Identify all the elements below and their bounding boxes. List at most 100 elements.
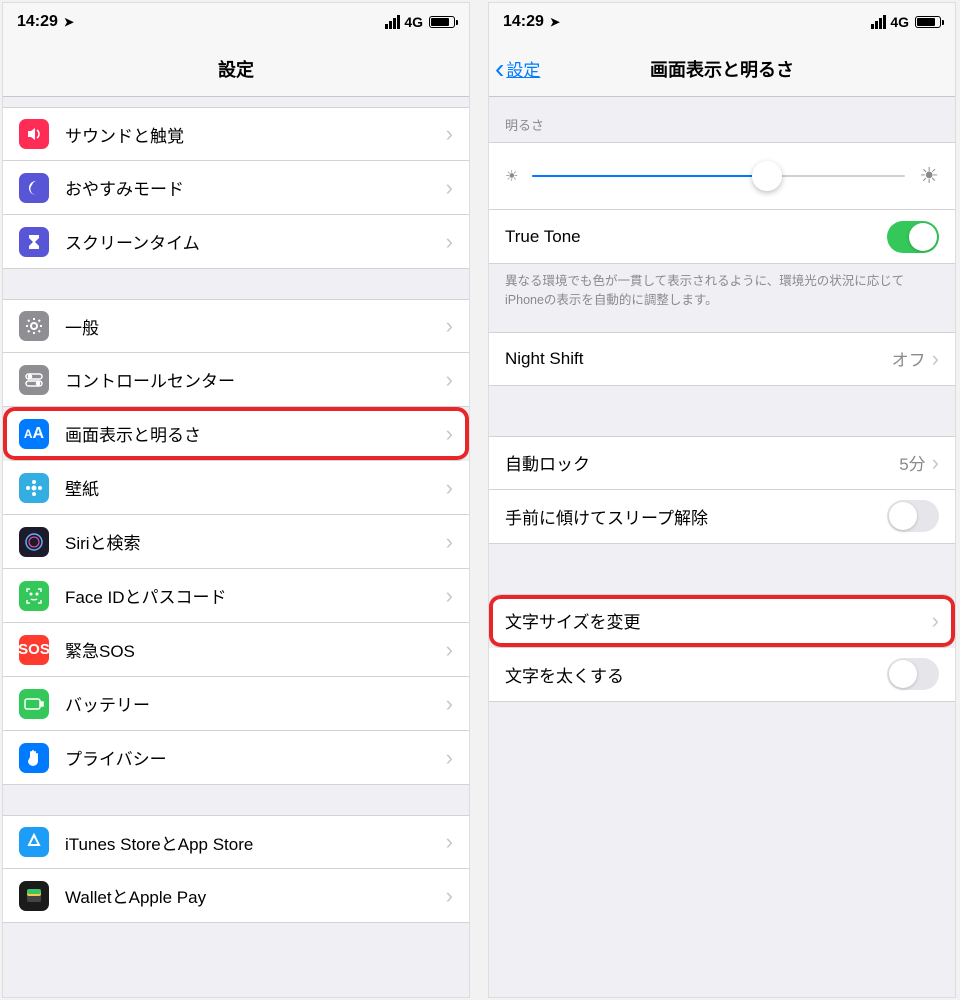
row-siri[interactable]: Siriと検索 › bbox=[3, 515, 469, 569]
signal-icon bbox=[871, 15, 886, 29]
row-truetone: True Tone bbox=[489, 210, 955, 264]
wallet-icon bbox=[19, 881, 49, 911]
battery-icon bbox=[915, 16, 941, 28]
battery-icon bbox=[19, 689, 49, 719]
row-sos[interactable]: SOS 緊急SOS › bbox=[3, 623, 469, 677]
row-label: 文字サイズを変更 bbox=[505, 608, 932, 633]
row-bold-text: 文字を太くする bbox=[489, 648, 955, 702]
chevron-right-icon: › bbox=[446, 583, 453, 609]
row-text-size[interactable]: 文字サイズを変更 › bbox=[489, 594, 955, 648]
display-brightness-screen: 14:29 ➤ 4G ‹ 設定 画面表示と明るさ 明るさ ☀︎ ☀︎ T bbox=[488, 2, 956, 998]
gear-icon bbox=[19, 311, 49, 341]
row-label: コントロールセンター bbox=[65, 367, 446, 392]
raise-toggle[interactable] bbox=[887, 500, 939, 532]
moon-icon bbox=[19, 173, 49, 203]
row-general[interactable]: 一般 › bbox=[3, 299, 469, 353]
row-sound[interactable]: サウンドと触覚 › bbox=[3, 107, 469, 161]
status-time: 14:29 bbox=[503, 13, 544, 31]
status-bar: 14:29 ➤ 4G bbox=[3, 3, 469, 41]
row-label: 文字を太くする bbox=[505, 662, 887, 687]
chevron-right-icon: › bbox=[446, 475, 453, 501]
switches-icon bbox=[19, 365, 49, 395]
row-label: 自動ロック bbox=[505, 450, 899, 475]
nav-bar: ‹ 設定 画面表示と明るさ bbox=[489, 41, 955, 97]
page-title: 設定 bbox=[218, 56, 254, 82]
signal-icon bbox=[385, 15, 400, 29]
siri-icon bbox=[19, 527, 49, 557]
status-bar: 14:29 ➤ 4G bbox=[489, 3, 955, 41]
row-wallpaper[interactable]: 壁紙 › bbox=[3, 461, 469, 515]
textsize-aa-icon: AA bbox=[19, 419, 49, 449]
status-time: 14:29 bbox=[17, 13, 58, 31]
row-label: 壁紙 bbox=[65, 475, 446, 500]
row-label: Face IDとパスコード bbox=[65, 583, 446, 608]
boldtext-toggle[interactable] bbox=[887, 658, 939, 690]
brightness-slider-row: ☀︎ ☀︎ bbox=[489, 142, 955, 210]
chevron-right-icon: › bbox=[446, 367, 453, 393]
chevron-right-icon: › bbox=[446, 313, 453, 339]
speaker-icon bbox=[19, 119, 49, 149]
row-label: スクリーンタイム bbox=[65, 229, 446, 254]
row-value: オフ bbox=[892, 346, 926, 371]
row-faceid[interactable]: Face IDとパスコード › bbox=[3, 569, 469, 623]
network-label: 4G bbox=[404, 14, 423, 30]
row-label: 緊急SOS bbox=[65, 637, 446, 662]
back-button[interactable]: ‹ 設定 bbox=[495, 55, 540, 83]
row-label: 手前に傾けてスリープ解除 bbox=[505, 504, 887, 529]
row-control-center[interactable]: コントロールセンター › bbox=[3, 353, 469, 407]
settings-screen: 14:29 ➤ 4G 設定 サウンドと触覚 › おやすみモード › ス bbox=[2, 2, 470, 998]
chevron-right-icon: › bbox=[446, 883, 453, 909]
chevron-right-icon: › bbox=[446, 691, 453, 717]
row-privacy[interactable]: プライバシー › bbox=[3, 731, 469, 785]
chevron-right-icon: › bbox=[446, 829, 453, 855]
brightness-slider[interactable] bbox=[532, 175, 905, 177]
row-value: 5分 bbox=[899, 450, 925, 475]
sun-small-icon: ☀︎ bbox=[505, 167, 518, 185]
chevron-right-icon: › bbox=[446, 529, 453, 555]
network-label: 4G bbox=[890, 14, 909, 30]
row-battery[interactable]: バッテリー › bbox=[3, 677, 469, 731]
brightness-section-label: 明るさ bbox=[489, 97, 955, 142]
row-label: Night Shift bbox=[505, 349, 892, 369]
chevron-right-icon: › bbox=[446, 175, 453, 201]
row-dnd[interactable]: おやすみモード › bbox=[3, 161, 469, 215]
row-label: プライバシー bbox=[65, 745, 446, 770]
row-nightshift[interactable]: Night Shift オフ › bbox=[489, 332, 955, 386]
row-label: WalletとApple Pay bbox=[65, 883, 446, 908]
flower-icon bbox=[19, 473, 49, 503]
hourglass-icon bbox=[19, 227, 49, 257]
chevron-right-icon: › bbox=[932, 608, 939, 634]
row-label: True Tone bbox=[505, 227, 887, 247]
location-icon: ➤ bbox=[64, 15, 74, 29]
row-display-brightness[interactable]: AA 画面表示と明るさ › bbox=[3, 407, 469, 461]
sos-icon: SOS bbox=[19, 635, 49, 665]
sun-large-icon: ☀︎ bbox=[919, 163, 939, 189]
location-icon: ➤ bbox=[550, 15, 560, 29]
row-label: Siriと検索 bbox=[65, 529, 446, 554]
row-label: おやすみモード bbox=[65, 175, 446, 200]
chevron-right-icon: › bbox=[446, 421, 453, 447]
row-screentime[interactable]: スクリーンタイム › bbox=[3, 215, 469, 269]
truetone-toggle[interactable] bbox=[887, 221, 939, 253]
chevron-right-icon: › bbox=[446, 745, 453, 771]
slider-thumb[interactable] bbox=[752, 161, 782, 191]
chevron-right-icon: › bbox=[932, 450, 939, 476]
chevron-right-icon: › bbox=[446, 637, 453, 663]
row-label: バッテリー bbox=[65, 691, 446, 716]
appstore-icon bbox=[19, 827, 49, 857]
hand-icon bbox=[19, 743, 49, 773]
row-autolock[interactable]: 自動ロック 5分 › bbox=[489, 436, 955, 490]
row-wallet[interactable]: WalletとApple Pay › bbox=[3, 869, 469, 923]
row-label: 一般 bbox=[65, 314, 446, 339]
row-label: サウンドと触覚 bbox=[65, 122, 446, 147]
chevron-left-icon: ‹ bbox=[495, 55, 504, 83]
back-label: 設定 bbox=[506, 56, 540, 81]
row-label: iTunes StoreとApp Store bbox=[65, 830, 446, 855]
row-appstore[interactable]: iTunes StoreとApp Store › bbox=[3, 815, 469, 869]
row-raise-to-wake: 手前に傾けてスリープ解除 bbox=[489, 490, 955, 544]
row-label: 画面表示と明るさ bbox=[65, 421, 446, 446]
chevron-right-icon: › bbox=[446, 229, 453, 255]
chevron-right-icon: › bbox=[932, 346, 939, 372]
battery-icon bbox=[429, 16, 455, 28]
faceid-icon bbox=[19, 581, 49, 611]
